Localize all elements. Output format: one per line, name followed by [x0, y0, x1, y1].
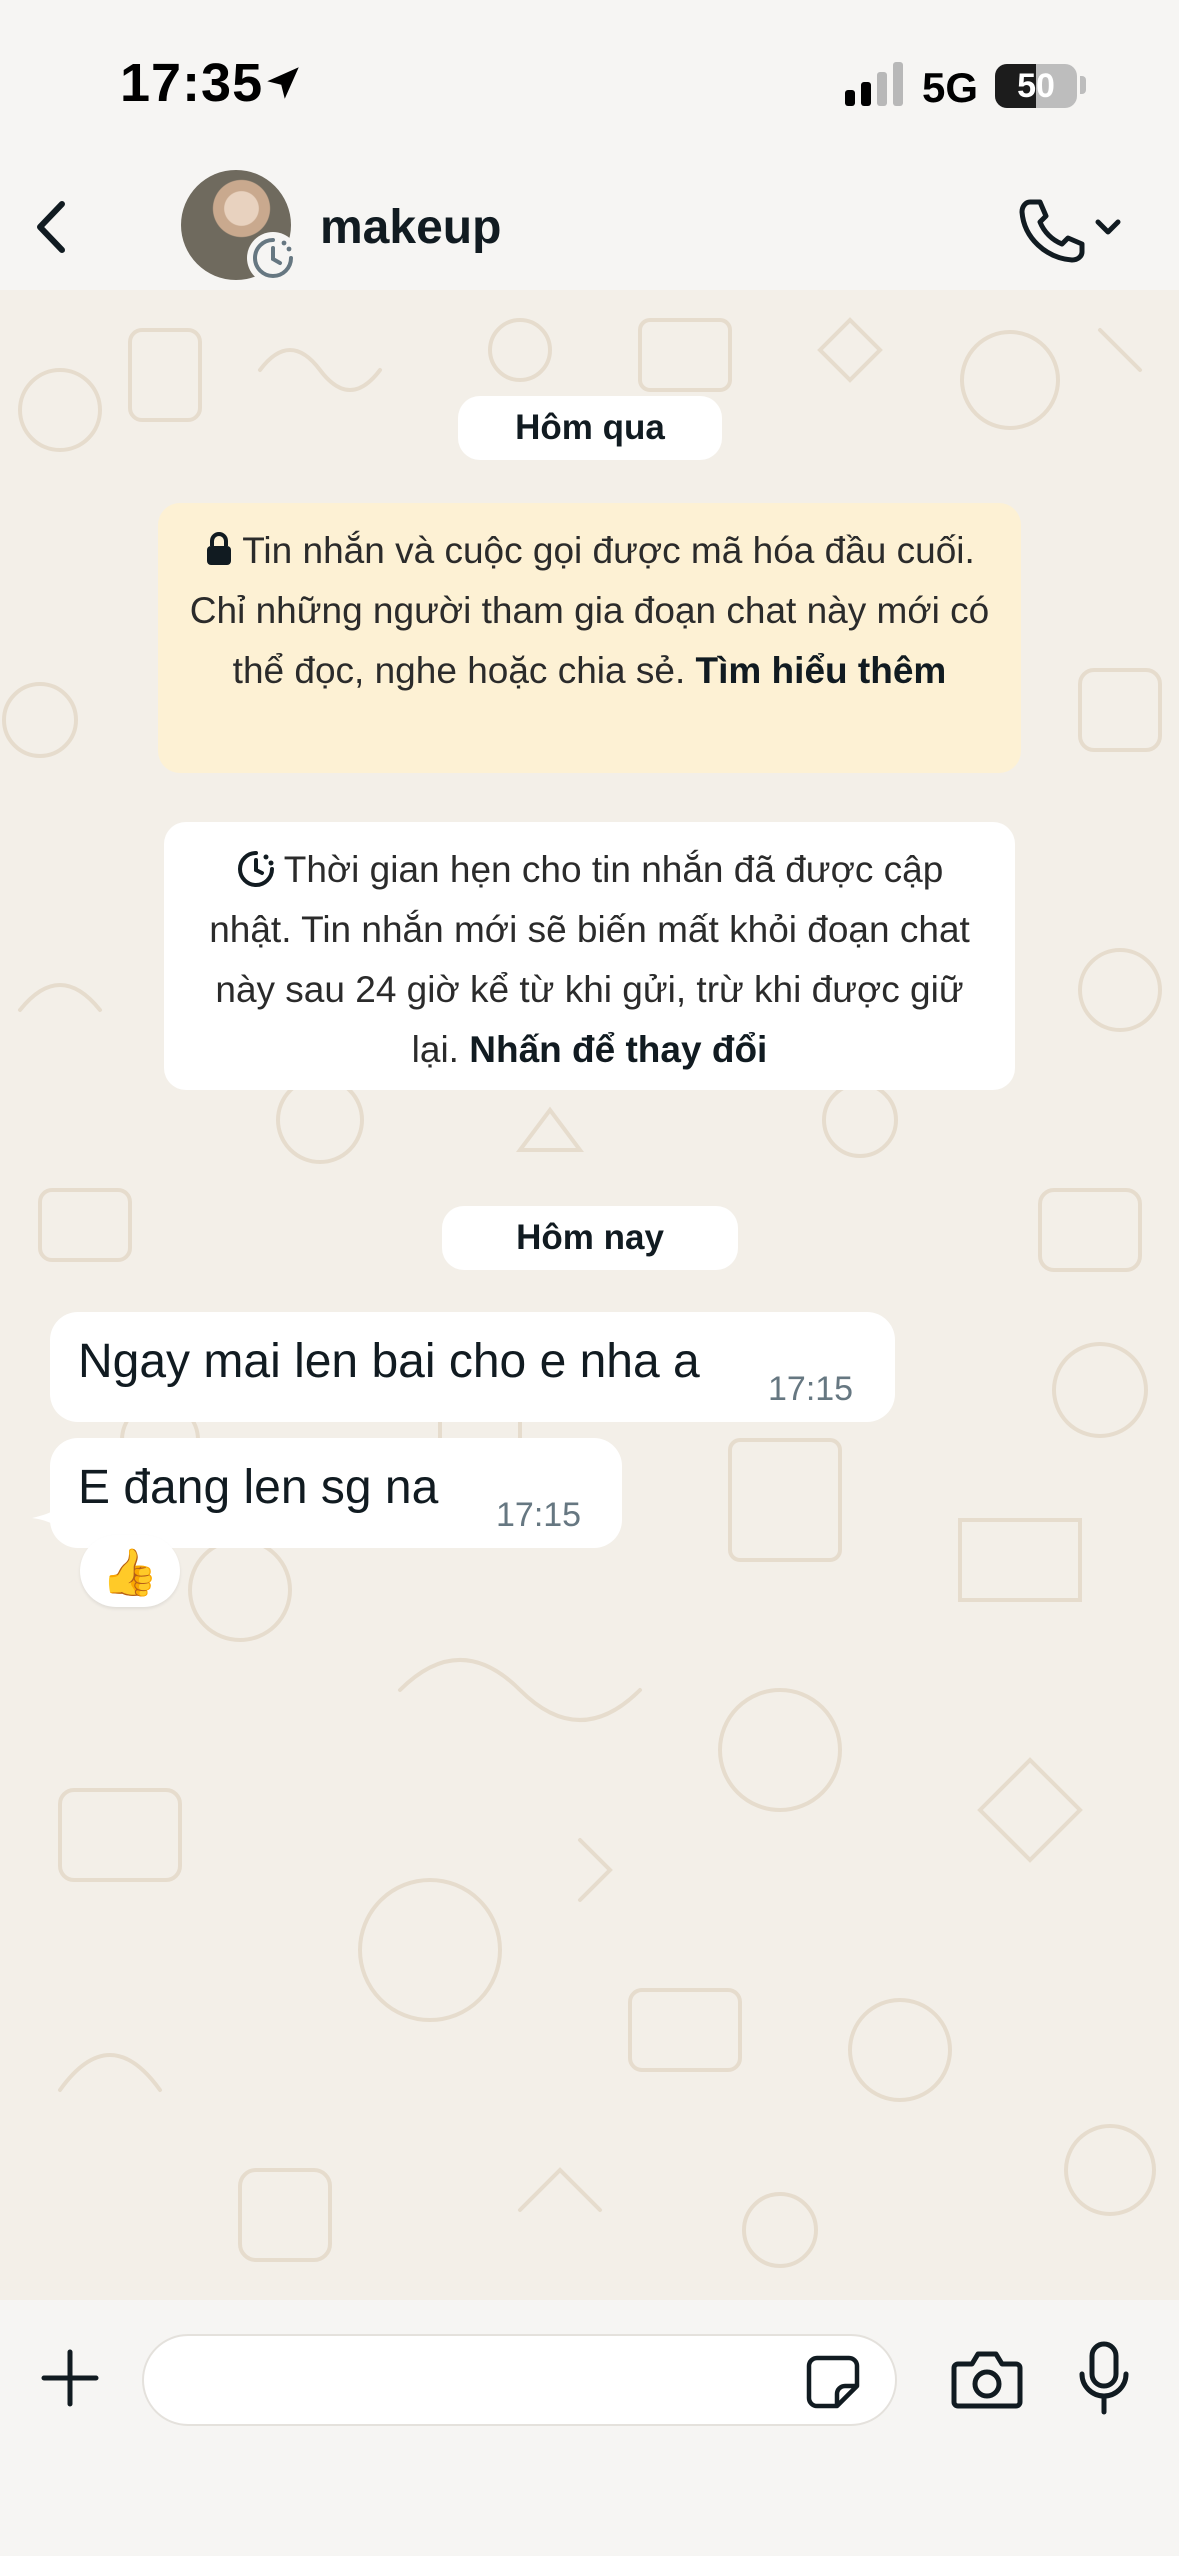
learn-more-link[interactable]: Tìm hiểu thêm — [696, 650, 947, 691]
battery-level: 50 — [1017, 67, 1055, 105]
message-input[interactable] — [142, 2334, 897, 2426]
status-bar: 17:35 5G 50 — [0, 0, 1179, 160]
battery-tip — [1080, 76, 1086, 94]
attach-button[interactable] — [40, 2348, 100, 2408]
voice-call-button[interactable] — [1010, 190, 1130, 270]
message-timestamp: 17:15 — [768, 1370, 854, 1408]
incoming-message[interactable]: Ngay mai len bai cho e nha a 17:15 — [50, 1312, 895, 1422]
chat-header: makeup — [0, 160, 1179, 290]
plus-icon — [41, 2349, 99, 2407]
signal-icon — [845, 62, 903, 106]
location-arrow-icon — [267, 67, 299, 99]
camera-button[interactable] — [950, 2346, 1024, 2412]
message-text: Ngay mai len bai cho e nha a — [78, 1335, 700, 1388]
sticker-icon — [806, 2355, 860, 2409]
encryption-notice[interactable]: Tin nhắn và cuộc gọi được mã hóa đầu cuố… — [158, 503, 1021, 773]
lock-icon — [207, 532, 232, 565]
disappearing-timer-icon — [247, 232, 299, 284]
message-composer — [0, 2300, 1179, 2556]
sticker-button[interactable] — [803, 2352, 863, 2412]
phone-icon — [1019, 199, 1085, 263]
microphone-button[interactable] — [1078, 2340, 1130, 2416]
back-button[interactable] — [18, 192, 88, 262]
message-timestamp: 17:15 — [496, 1496, 582, 1534]
disappearing-timer-icon — [237, 851, 274, 887]
date-divider-yesterday: Hôm qua — [458, 396, 722, 460]
incoming-message[interactable]: E đang len sg na 17:15 — [50, 1438, 622, 1548]
thumbs-up-reaction[interactable]: 👍 — [80, 1535, 180, 1607]
status-time: 17:35 — [120, 53, 264, 113]
battery-icon: 50 — [995, 64, 1077, 108]
chat-area[interactable]: Hôm qua Tin nhắn và cuộc gọi được mã hóa… — [0, 290, 1179, 2300]
chevron-down-icon — [1095, 219, 1121, 235]
change-timer-link[interactable]: Nhấn để thay đổi — [469, 1029, 767, 1070]
contact-name[interactable]: makeup — [320, 200, 501, 255]
timer-notice[interactable]: Thời gian hẹn cho tin nhắn đã được cập n… — [164, 822, 1015, 1090]
message-text: E đang len sg na — [78, 1461, 439, 1514]
camera-icon — [951, 2351, 1023, 2409]
network-type: 5G — [922, 64, 979, 111]
microphone-icon — [1079, 2341, 1129, 2415]
date-divider-today: Hôm nay — [442, 1206, 738, 1270]
